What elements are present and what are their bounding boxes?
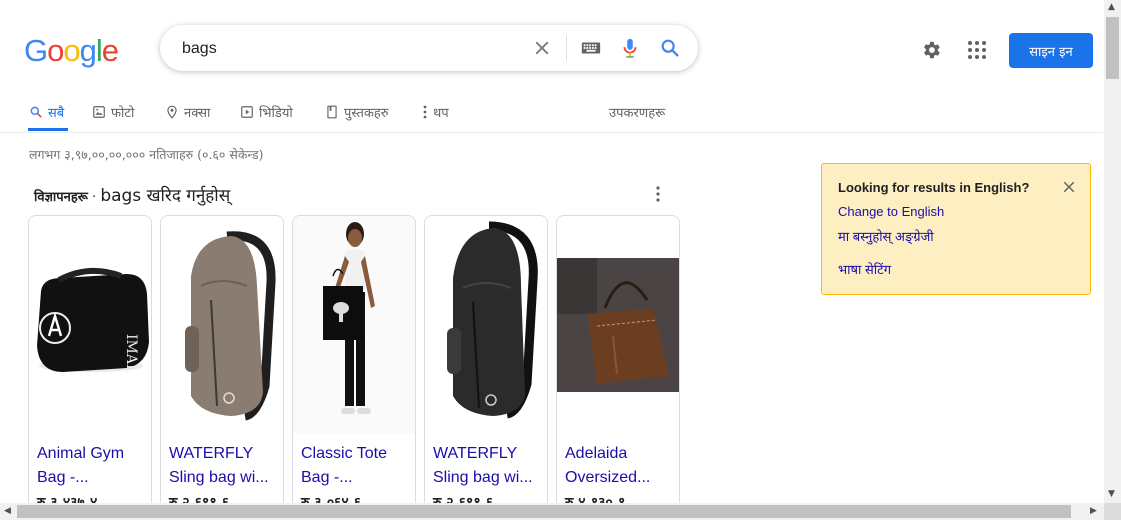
settings-gear-icon[interactable] bbox=[920, 39, 942, 61]
tools-button[interactable]: उपकरणहरू bbox=[609, 100, 665, 124]
language-question: Looking for results in English? bbox=[838, 180, 1030, 195]
tab-books[interactable]: पुस्तकहरु bbox=[325, 100, 389, 124]
ads-prefix: विज्ञापनहरू bbox=[34, 190, 88, 205]
book-icon bbox=[327, 105, 337, 119]
video-icon bbox=[241, 106, 253, 118]
vertical-scroll-thumb[interactable] bbox=[1106, 17, 1119, 79]
apps-grid-icon[interactable] bbox=[967, 40, 987, 60]
close-icon[interactable] bbox=[1060, 178, 1078, 196]
product-title: WATERFLY Sling bag wi... bbox=[169, 445, 269, 486]
tab-images[interactable]: फोटो bbox=[92, 100, 134, 124]
change-to-english-link[interactable]: Change to English bbox=[838, 204, 944, 219]
search-tabs: सबै फोटो नक्सा भिडियो पुस्तकहरु थप उपकरण… bbox=[0, 92, 1103, 133]
tab-books-label: पुस्तकहरु bbox=[344, 106, 389, 121]
product-title: Adelaida Oversized... bbox=[565, 445, 651, 486]
active-tab-indicator bbox=[28, 128, 68, 131]
clear-icon[interactable] bbox=[531, 37, 553, 59]
horizontal-scroll-thumb[interactable] bbox=[17, 505, 1071, 518]
product-title: Classic Tote Bag -... bbox=[301, 445, 387, 486]
product-card[interactable]: Adelaida Oversized... रु ४,१३०.१ bbox=[556, 215, 680, 517]
search-divider bbox=[566, 35, 567, 61]
scroll-down-arrow-icon[interactable]: ▼ bbox=[1108, 489, 1115, 499]
tab-maps-label: नक्सा bbox=[184, 106, 211, 121]
product-card[interactable]: Classic Tote Bag -... रु ३,०६४.६ bbox=[292, 215, 416, 517]
google-logo[interactable]: Google bbox=[24, 33, 119, 69]
sign-in-button[interactable]: साइन इन bbox=[1009, 33, 1093, 68]
ads-title: bags खरिद गर्नुहोस् bbox=[100, 186, 231, 206]
search-small-icon bbox=[30, 106, 42, 118]
product-image-tote-bag bbox=[293, 216, 415, 434]
product-image-sling-bag-gray bbox=[161, 216, 283, 434]
tab-images-label: फोटो bbox=[111, 106, 135, 121]
tab-all[interactable]: सबै bbox=[29, 100, 64, 124]
ads-menu-icon[interactable] bbox=[650, 184, 666, 204]
tab-videos-label: भिडियो bbox=[259, 106, 293, 121]
map-pin-icon bbox=[167, 105, 177, 119]
tab-maps[interactable]: नक्सा bbox=[165, 100, 210, 124]
microphone-icon[interactable] bbox=[619, 37, 641, 59]
tab-more[interactable]: थप bbox=[422, 100, 449, 124]
search-input[interactable] bbox=[180, 37, 514, 61]
more-vertical-icon bbox=[423, 105, 427, 119]
product-image-gym-bag: IMAL bbox=[29, 216, 151, 434]
product-title: WATERFLY Sling bag wi... bbox=[433, 445, 533, 486]
stay-in-language-link[interactable]: मा बस्नुहोस् अङ्ग्रेजी bbox=[838, 227, 934, 245]
tools-label: उपकरणहरू bbox=[609, 106, 666, 121]
scroll-right-arrow-icon[interactable]: ▶ bbox=[1090, 506, 1097, 516]
scroll-left-arrow-icon[interactable]: ◀ bbox=[4, 506, 11, 516]
product-image-sling-bag-black bbox=[425, 216, 547, 434]
language-suggestion-panel: Looking for results in English? Change t… bbox=[821, 163, 1091, 295]
product-card[interactable]: IMAL Animal Gym Bag -... रु ३,४३७.४ bbox=[28, 215, 152, 517]
ads-heading: विज्ञापनहरू · bags खरिद गर्नुहोस् bbox=[34, 183, 230, 206]
tab-videos[interactable]: भिडियो bbox=[240, 100, 293, 124]
keyboard-icon[interactable] bbox=[580, 37, 602, 59]
product-card[interactable]: WATERFLY Sling bag wi... रु २,६९१.६ bbox=[424, 215, 548, 517]
scroll-up-arrow-icon[interactable]: ▲ bbox=[1108, 2, 1115, 12]
image-icon bbox=[93, 106, 105, 118]
svg-text:IMAL: IMAL bbox=[123, 334, 139, 373]
ads-separator: · bbox=[87, 190, 101, 205]
result-stats: लगभग ३,९७,००,००,००० नतिजाहरु (०.६० सेकेन… bbox=[29, 147, 264, 162]
tab-all-label: सबै bbox=[48, 106, 65, 121]
language-settings-link[interactable]: भाषा सेटिंग bbox=[838, 260, 891, 278]
search-icon[interactable] bbox=[659, 37, 681, 59]
product-title: Animal Gym Bag -... bbox=[37, 445, 125, 486]
product-image-oversized-bag bbox=[557, 216, 679, 434]
product-card[interactable]: WATERFLY Sling bag wi... रु २,६९१.६ bbox=[160, 215, 284, 517]
scrollbar-corner bbox=[1104, 503, 1121, 520]
search-box bbox=[160, 25, 698, 71]
tab-more-label: थप bbox=[433, 106, 449, 121]
